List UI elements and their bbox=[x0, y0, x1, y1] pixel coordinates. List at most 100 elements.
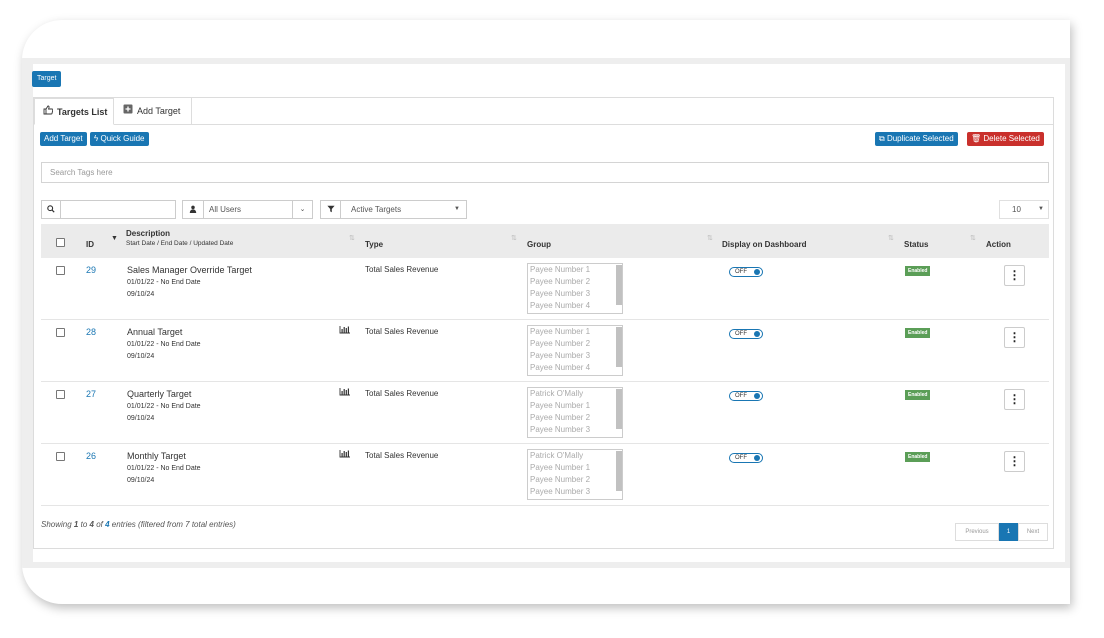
table-search-input[interactable] bbox=[60, 200, 176, 219]
header-description-sub: Start Date / End Date / Updated Date bbox=[126, 240, 234, 247]
targets-filter-select[interactable]: Active Targets ▼ bbox=[340, 200, 467, 219]
quick-guide-button[interactable]: ϟ Quick Guide bbox=[90, 132, 149, 146]
info-showing: Showing bbox=[41, 520, 72, 529]
tab-label: Add Target bbox=[137, 106, 181, 116]
targets-card: Targets List Add Target Add Target ϟ Qui… bbox=[33, 97, 1054, 549]
copy-icon: ⧉ bbox=[879, 134, 887, 143]
row-checkbox[interactable] bbox=[56, 328, 65, 337]
display-dashboard-toggle[interactable]: OFF bbox=[729, 453, 763, 463]
sort-icon: ⇅ bbox=[888, 235, 894, 242]
tab-targets-list[interactable]: Targets List bbox=[34, 98, 114, 125]
row-action-menu-button[interactable]: ⋮ bbox=[1004, 265, 1025, 286]
tab-bar: Targets List Add Target bbox=[34, 98, 1053, 125]
row-action-menu-button[interactable]: ⋮ bbox=[1004, 389, 1025, 410]
row-checkbox[interactable] bbox=[56, 390, 65, 399]
header-group[interactable]: Group bbox=[527, 240, 551, 249]
app-window: Target Targets List Add Target Add Targe… bbox=[22, 20, 1070, 604]
delete-label: Delete Selected bbox=[983, 134, 1040, 143]
app-brand-badge[interactable]: Target bbox=[32, 71, 62, 87]
group-option[interactable]: Payee Number 1 bbox=[528, 462, 622, 474]
display-dashboard-toggle[interactable]: OFF bbox=[729, 329, 763, 339]
group-scrollbar[interactable] bbox=[616, 389, 622, 429]
header-display-on-dashboard[interactable]: Display on Dashboard bbox=[722, 240, 806, 249]
pagination-previous[interactable]: Previous bbox=[955, 523, 999, 541]
page-size-select[interactable]: 10 ▼ bbox=[999, 200, 1049, 219]
group-option[interactable]: Payee Number 2 bbox=[528, 474, 622, 486]
bar-chart-icon[interactable] bbox=[339, 449, 351, 460]
target-type: Total Sales Revenue bbox=[365, 451, 439, 460]
pagination-next[interactable]: Next bbox=[1018, 523, 1048, 541]
target-dates: 01/01/22 - No End Date bbox=[127, 341, 201, 348]
target-name: Monthly Target bbox=[127, 451, 186, 461]
group-option[interactable]: Payee Number 1 bbox=[528, 400, 622, 412]
target-updated: 09/10/24 bbox=[127, 291, 155, 298]
group-option[interactable]: Payee Number 3 bbox=[528, 424, 622, 436]
sort-icon: ⇅ bbox=[511, 235, 517, 242]
group-option[interactable]: Payee Number 3 bbox=[528, 486, 622, 498]
info-total: 4 bbox=[105, 520, 110, 529]
header-type[interactable]: Type bbox=[365, 240, 383, 249]
row-id-link[interactable]: 26 bbox=[86, 451, 96, 461]
group-option[interactable]: Payee Number 2 bbox=[528, 338, 622, 350]
users-select-value: All Users bbox=[209, 205, 242, 214]
target-updated: 09/10/24 bbox=[127, 415, 155, 422]
delete-selected-button[interactable]: 🗑 Delete Selected bbox=[967, 132, 1044, 146]
group-option[interactable]: Payee Number 2 bbox=[528, 412, 622, 424]
group-listbox[interactable]: Patrick O'Mally Payee Number 1 Payee Numbe… bbox=[527, 449, 623, 500]
group-scrollbar[interactable] bbox=[616, 451, 622, 491]
header-id[interactable]: ID bbox=[86, 240, 94, 249]
table-info: Showing 1 to 4 of 4 entries (filtered fr… bbox=[41, 520, 236, 529]
pagination-page-1[interactable]: 1 bbox=[999, 523, 1018, 541]
toggle-knob bbox=[754, 455, 760, 461]
group-listbox[interactable]: Patrick O'Mally Payee Number 1 Payee Numbe… bbox=[527, 387, 623, 438]
group-option[interactable]: Patrick O'Mally bbox=[528, 388, 622, 400]
row-action-menu-button[interactable]: ⋮ bbox=[1004, 451, 1025, 472]
plus-square-icon bbox=[123, 99, 133, 125]
target-name: Sales Manager Override Target bbox=[127, 265, 252, 275]
row-action-menu-button[interactable]: ⋮ bbox=[1004, 327, 1025, 348]
info-to-word: to bbox=[80, 520, 88, 529]
bar-chart-icon[interactable] bbox=[339, 387, 351, 398]
sort-icon: ⇅ bbox=[970, 235, 976, 242]
toggle-knob bbox=[754, 393, 760, 399]
search-tags-input[interactable]: Search Tags here bbox=[41, 162, 1049, 183]
target-updated: 09/10/24 bbox=[127, 353, 155, 360]
group-scrollbar[interactable] bbox=[616, 327, 622, 367]
group-option[interactable]: Patrick O'Mally bbox=[528, 450, 622, 462]
row-id-link[interactable]: 29 bbox=[86, 265, 96, 275]
header-description[interactable]: Description bbox=[126, 229, 170, 238]
target-type: Total Sales Revenue bbox=[365, 389, 439, 398]
row-id-link[interactable]: 27 bbox=[86, 389, 96, 399]
group-listbox[interactable]: Payee Number 1 Payee Number 2 Payee Number… bbox=[527, 263, 623, 314]
display-dashboard-toggle[interactable]: OFF bbox=[729, 391, 763, 401]
select-all-checkbox[interactable] bbox=[56, 238, 65, 247]
row-checkbox[interactable] bbox=[56, 266, 65, 275]
group-option[interactable]: Payee Number 4 bbox=[528, 300, 622, 312]
header-status[interactable]: Status bbox=[904, 240, 928, 249]
group-scrollbar[interactable] bbox=[616, 265, 622, 305]
group-option[interactable]: Payee Number 4 bbox=[528, 362, 622, 374]
duplicate-selected-button[interactable]: ⧉ Duplicate Selected bbox=[875, 132, 958, 146]
group-option[interactable]: Payee Number 1 bbox=[528, 326, 622, 338]
add-target-button[interactable]: Add Target bbox=[40, 132, 87, 146]
trash-icon: 🗑 bbox=[971, 134, 984, 143]
toggle-label: OFF bbox=[735, 269, 747, 275]
target-dates: 01/01/22 - No End Date bbox=[127, 465, 201, 472]
group-option[interactable]: Payee Number 3 bbox=[528, 350, 622, 362]
group-option[interactable]: Payee Number 1 bbox=[528, 264, 622, 276]
group-listbox[interactable]: Payee Number 1 Payee Number 2 Payee Number… bbox=[527, 325, 623, 376]
group-option[interactable]: Payee Number 2 bbox=[528, 276, 622, 288]
info-to: 4 bbox=[89, 520, 94, 529]
tab-add-target[interactable]: Add Target bbox=[115, 98, 192, 125]
toggle-knob bbox=[754, 331, 760, 337]
user-icon bbox=[182, 200, 204, 219]
bar-chart-icon[interactable] bbox=[339, 325, 351, 336]
display-dashboard-toggle[interactable]: OFF bbox=[729, 267, 763, 277]
row-id-link[interactable]: 28 bbox=[86, 327, 96, 337]
target-name: Annual Target bbox=[127, 327, 183, 337]
group-option[interactable]: Payee Number 3 bbox=[528, 288, 622, 300]
target-type: Total Sales Revenue bbox=[365, 327, 439, 336]
targets-filter-value: Active Targets bbox=[351, 205, 402, 214]
users-select[interactable]: All Users ⌄ bbox=[203, 200, 313, 219]
row-checkbox[interactable] bbox=[56, 452, 65, 461]
